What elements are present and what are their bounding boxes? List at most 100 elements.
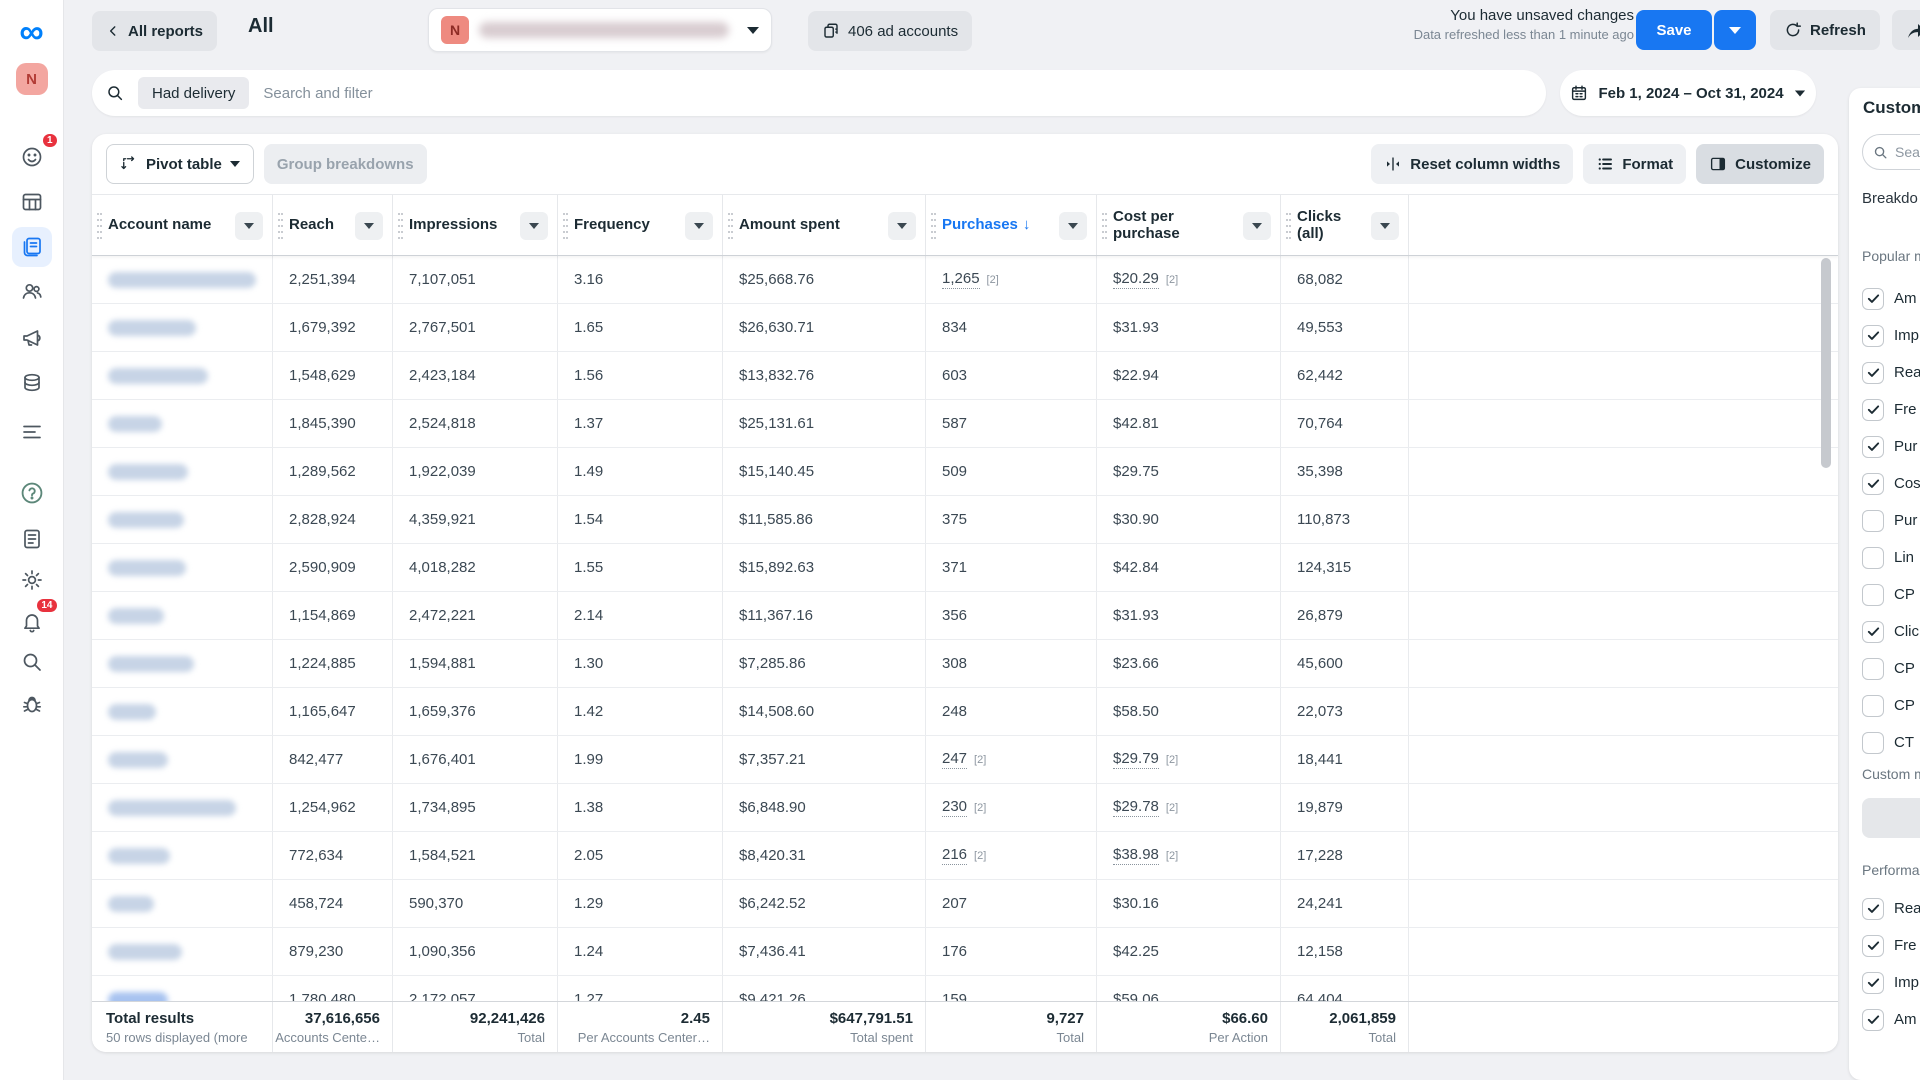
column-header-frequency[interactable]: Frequency <box>557 195 722 255</box>
save-button[interactable]: Save <box>1636 10 1712 50</box>
column-menu-button[interactable] <box>520 212 548 240</box>
help-icon[interactable] <box>12 473 52 513</box>
drag-handle[interactable] <box>1286 213 1291 239</box>
metric-checkbox[interactable] <box>1862 972 1884 994</box>
account-name-redacted[interactable] <box>108 608 164 624</box>
metric-option[interactable]: CP <box>1862 687 1920 724</box>
metric-option[interactable]: Rea <box>1862 354 1920 391</box>
breakdowns-label[interactable]: Breakdo <box>1862 190 1918 207</box>
ads-megaphone-icon[interactable] <box>12 318 52 358</box>
column-header-impressions[interactable]: Impressions <box>392 195 557 255</box>
account-name-cell[interactable] <box>92 688 273 735</box>
pivot-table-dropdown[interactable]: Pivot table <box>106 144 254 184</box>
account-name-cell[interactable] <box>92 736 273 783</box>
account-name-cell[interactable] <box>92 496 273 543</box>
metric-checkbox[interactable] <box>1862 399 1884 421</box>
workspace-avatar[interactable]: N <box>16 63 48 95</box>
drag-handle[interactable] <box>563 213 568 239</box>
account-name-redacted[interactable] <box>108 560 186 576</box>
reports-icon-active[interactable] <box>12 227 52 267</box>
account-name-redacted[interactable] <box>108 944 182 960</box>
metric-checkbox[interactable] <box>1862 935 1884 957</box>
account-name-cell[interactable] <box>92 304 273 351</box>
account-name-cell[interactable] <box>92 352 273 399</box>
account-name-redacted[interactable] <box>108 752 168 768</box>
format-button[interactable]: Format <box>1583 144 1686 184</box>
column-header-account-name[interactable]: Account name <box>92 195 272 255</box>
metric-checkbox[interactable] <box>1862 1009 1884 1031</box>
column-header-purchases-sorted[interactable]: Purchases↓ <box>925 195 1096 255</box>
metric-checkbox[interactable] <box>1862 547 1884 569</box>
settings-gear-icon[interactable] <box>12 560 52 600</box>
had-delivery-filter-chip[interactable]: Had delivery <box>138 77 249 109</box>
account-name-redacted[interactable] <box>108 992 168 1002</box>
metric-option[interactable]: Rea <box>1862 890 1920 927</box>
account-selector-dropdown[interactable]: N <box>428 8 772 52</box>
custom-metric-button[interactable] <box>1862 798 1920 838</box>
metric-option[interactable]: CP <box>1862 650 1920 687</box>
column-header-amount-spent[interactable]: Amount spent <box>722 195 925 255</box>
account-name-cell[interactable] <box>92 832 273 879</box>
account-name-redacted[interactable] <box>108 656 194 672</box>
search-filter-bar[interactable]: Had delivery Search and filter <box>92 70 1546 116</box>
column-menu-button[interactable] <box>1059 212 1087 240</box>
account-name-cell[interactable] <box>92 784 273 831</box>
metric-checkbox[interactable] <box>1862 695 1884 717</box>
billing-coins-icon[interactable] <box>12 363 52 403</box>
customize-button[interactable]: Customize <box>1696 144 1824 184</box>
metric-checkbox[interactable] <box>1862 510 1884 532</box>
share-button[interactable] <box>1892 10 1920 50</box>
column-menu-button[interactable] <box>235 212 263 240</box>
metric-option[interactable]: Fre <box>1862 927 1920 964</box>
metric-checkbox[interactable] <box>1862 584 1884 606</box>
metric-checkbox[interactable] <box>1862 621 1884 643</box>
column-header-cost-per-purchase[interactable]: Cost per purchase <box>1096 195 1280 255</box>
metric-option[interactable]: Am <box>1862 1001 1920 1038</box>
metric-search-input[interactable]: Search <box>1862 134 1920 170</box>
drag-handle[interactable] <box>1102 213 1107 239</box>
account-name-redacted[interactable] <box>108 272 256 288</box>
reset-column-widths-button[interactable]: Reset column widths <box>1371 144 1573 184</box>
account-name-redacted[interactable] <box>108 896 154 912</box>
column-header-clicks-all[interactable]: Clicks (all) <box>1280 195 1408 255</box>
drag-handle[interactable] <box>931 213 936 239</box>
messages-icon[interactable]: 1 <box>12 137 52 177</box>
column-header-reach[interactable]: Reach <box>272 195 392 255</box>
account-name-redacted[interactable] <box>108 320 196 336</box>
metric-option[interactable]: CP <box>1862 576 1920 613</box>
notes-icon[interactable] <box>12 519 52 559</box>
account-name-redacted[interactable] <box>108 368 208 384</box>
metric-checkbox[interactable] <box>1862 732 1884 754</box>
column-menu-button[interactable] <box>1243 212 1271 240</box>
drag-handle[interactable] <box>728 213 733 239</box>
drag-handle[interactable] <box>398 213 403 239</box>
metric-checkbox[interactable] <box>1862 898 1884 920</box>
column-menu-button[interactable] <box>888 212 916 240</box>
all-reports-button[interactable]: All reports <box>92 11 217 51</box>
drag-handle[interactable] <box>97 213 102 239</box>
notifications-bell-icon[interactable]: 14 <box>12 602 52 642</box>
ad-accounts-button[interactable]: 406 ad accounts <box>808 11 972 51</box>
account-name-cell[interactable] <box>92 400 273 447</box>
account-name-cell[interactable] <box>92 256 273 303</box>
audiences-icon[interactable] <box>12 271 52 311</box>
metric-checkbox[interactable] <box>1862 288 1884 310</box>
metric-checkbox[interactable] <box>1862 362 1884 384</box>
column-menu-button[interactable] <box>685 212 713 240</box>
all-tools-icon[interactable] <box>12 412 52 452</box>
metric-option[interactable]: Fre <box>1862 391 1920 428</box>
account-name-redacted[interactable] <box>108 800 236 816</box>
metric-checkbox[interactable] <box>1862 658 1884 680</box>
account-name-cell[interactable] <box>92 928 273 975</box>
account-name-redacted[interactable] <box>108 512 184 528</box>
drag-handle[interactable] <box>278 213 283 239</box>
metric-option[interactable]: Imp <box>1862 964 1920 1001</box>
column-menu-button[interactable] <box>1371 212 1399 240</box>
account-name-redacted[interactable] <box>108 464 188 480</box>
account-name-cell[interactable] <box>92 976 273 1001</box>
account-name-cell[interactable] <box>92 544 273 591</box>
metric-option[interactable]: Am <box>1862 280 1920 317</box>
account-name-redacted[interactable] <box>108 416 162 432</box>
account-name-redacted[interactable] <box>108 848 170 864</box>
vertical-scrollbar-thumb[interactable] <box>1821 258 1831 468</box>
